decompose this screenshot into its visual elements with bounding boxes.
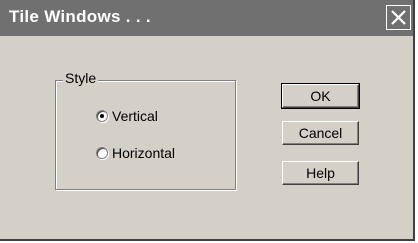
radio-horizontal[interactable]: Horizontal (96, 143, 175, 163)
radio-button-unchecked[interactable] (96, 147, 108, 159)
close-button[interactable] (386, 5, 411, 30)
radio-vertical-label: Vertical (112, 108, 158, 124)
cancel-button[interactable]: Cancel (282, 121, 359, 145)
ok-button[interactable]: OK (281, 83, 360, 109)
title-bar: Tile Windows . . . (0, 0, 413, 36)
radio-vertical[interactable]: Vertical (96, 106, 158, 126)
dialog-title: Tile Windows . . . (9, 7, 151, 26)
close-icon (391, 10, 406, 25)
tile-windows-dialog: Tile Windows . . . Style Vertical Horizo… (0, 0, 415, 241)
style-groupbox (55, 80, 236, 190)
radio-horizontal-label: Horizontal (112, 145, 176, 161)
radio-button-checked[interactable] (96, 110, 108, 122)
help-button[interactable]: Help (282, 161, 359, 185)
style-group-label: Style (63, 70, 99, 86)
